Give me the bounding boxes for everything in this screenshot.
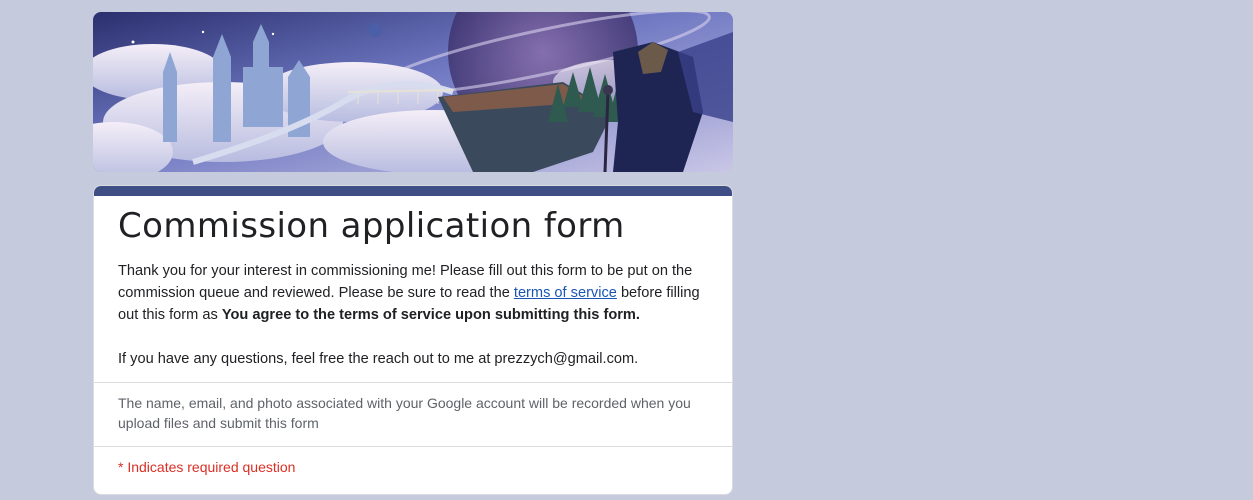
contact-text: If you have any questions, feel free the… xyxy=(118,351,639,367)
required-question-note: * Indicates required question xyxy=(118,459,296,475)
account-notice: The name, email, and photo associated wi… xyxy=(118,395,691,431)
agreement-bold-text: You agree to the terms of service upon s… xyxy=(221,307,640,323)
accent-bar xyxy=(94,186,732,196)
header-banner-image xyxy=(93,12,733,172)
description-paragraph: Thank you for your interest in commissio… xyxy=(118,260,718,326)
form-title: Commission application form xyxy=(118,206,625,246)
divider xyxy=(94,382,732,383)
divider xyxy=(94,446,732,447)
form-description: Thank you for your interest in commissio… xyxy=(118,260,718,370)
form-header-card: Commission application form Thank you fo… xyxy=(93,185,733,495)
terms-of-service-link[interactable]: terms of service xyxy=(514,285,617,301)
